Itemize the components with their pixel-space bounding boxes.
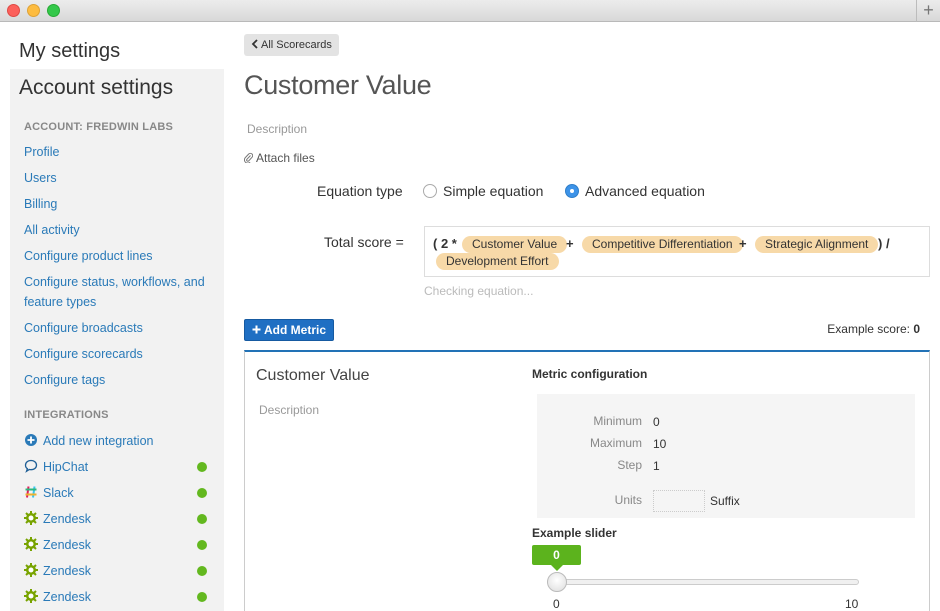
equation-open-token: ( 2 *	[433, 236, 457, 251]
attach-files-label: Attach files	[256, 151, 315, 165]
equation-editor[interactable]: ( 2 * Customer Value + Competitive Diffe…	[424, 226, 930, 277]
units-label: Units	[614, 493, 642, 507]
sidebar: Account settings ACCOUNT: FREDWIN LABS P…	[10, 69, 224, 611]
maximum-input[interactable]: 10	[653, 437, 666, 451]
back-button-label: All Scorecards	[261, 39, 332, 51]
integration-zendesk[interactable]: Zendesk	[24, 587, 210, 607]
advanced-equation-radio[interactable]: Advanced equation	[565, 183, 705, 199]
plus-icon	[252, 325, 261, 334]
equation-type-label: Equation type	[317, 183, 403, 199]
account-settings-heading[interactable]: Account settings	[19, 76, 173, 100]
equation-close-token: ) /	[878, 236, 890, 251]
minimize-window-button[interactable]	[27, 4, 40, 17]
minimum-label: Minimum	[593, 414, 642, 428]
step-input[interactable]: 1	[653, 459, 660, 473]
add-metric-button[interactable]: Add Metric	[244, 319, 335, 341]
minimum-input[interactable]: 0	[653, 415, 660, 429]
status-dot	[197, 488, 207, 498]
metric-configuration-panel: Minimum 0 Maximum 10 Step 1 Units Suffix	[537, 394, 915, 518]
add-integration-label: Add new integration	[43, 434, 154, 448]
slack-icon	[25, 486, 37, 498]
metric-pill[interactable]: Development Effort	[436, 253, 559, 270]
integration-label: Slack	[43, 486, 74, 500]
sidebar-item-status-workflows[interactable]: Configure status, workflows, and feature…	[24, 272, 214, 312]
example-score-value: 0	[913, 322, 920, 336]
checking-status: Checking equation...	[424, 284, 534, 298]
example-score: Example score: 0	[827, 322, 920, 336]
sidebar-item-scorecards[interactable]: Configure scorecards	[24, 344, 214, 364]
my-settings-heading[interactable]: My settings	[19, 40, 120, 63]
sidebar-item-all-activity[interactable]: All activity	[24, 220, 214, 240]
status-dot	[197, 514, 207, 524]
zendesk-icon	[24, 511, 38, 525]
metric-pill[interactable]: Customer Value	[462, 236, 568, 253]
maximum-label: Maximum	[589, 436, 642, 450]
integration-hipchat[interactable]: HipChat	[24, 457, 210, 477]
metric-description-field[interactable]: Description	[259, 403, 319, 417]
total-score-label: Total score =	[324, 234, 404, 250]
zendesk-icon	[24, 589, 38, 603]
advanced-equation-label: Advanced equation	[585, 183, 705, 199]
metric-pill[interactable]: Strategic Alignment	[755, 236, 879, 253]
integration-label: Zendesk	[43, 564, 91, 578]
radio-checked-icon	[565, 184, 579, 198]
close-window-button[interactable]	[7, 4, 20, 17]
plus-operator: +	[566, 236, 574, 251]
zoom-window-button[interactable]	[47, 4, 60, 17]
slider-track[interactable]	[547, 579, 859, 585]
metric-configuration-heading: Metric configuration	[532, 367, 648, 381]
integration-zendesk[interactable]: Zendesk	[24, 509, 210, 529]
slider-handle[interactable]	[547, 572, 567, 592]
add-metric-label: Add Metric	[264, 323, 327, 337]
units-input[interactable]	[653, 490, 705, 512]
step-label: Step	[617, 458, 642, 472]
chevron-left-icon	[251, 39, 258, 49]
slider-value-bubble: 0	[532, 545, 581, 571]
suffix-label: Suffix	[710, 494, 740, 508]
slider-min-label: 0	[553, 597, 560, 611]
simple-equation-label: Simple equation	[443, 183, 544, 199]
account-section-heading: ACCOUNT: FREDWIN LABS	[24, 121, 174, 133]
sidebar-item-users[interactable]: Users	[24, 168, 214, 188]
metric-title[interactable]: Customer Value	[256, 367, 370, 385]
plus-operator: +	[739, 236, 747, 251]
zendesk-icon	[24, 537, 38, 551]
hipchat-icon	[24, 459, 38, 473]
integration-slack[interactable]: Slack	[24, 483, 210, 503]
attach-files-link[interactable]: Attach files	[243, 151, 315, 165]
metric-card: Customer Value Description Metric config…	[244, 350, 930, 611]
integration-zendesk[interactable]: Zendesk	[24, 535, 210, 555]
sidebar-item-product-lines[interactable]: Configure product lines	[24, 246, 214, 266]
add-integration-link[interactable]: Add new integration	[24, 431, 210, 451]
sidebar-item-profile[interactable]: Profile	[24, 142, 214, 162]
example-slider-heading: Example slider	[532, 526, 617, 540]
metric-pill[interactable]: Competitive Differentiation	[582, 236, 743, 253]
sidebar-item-tags[interactable]: Configure tags	[24, 370, 214, 390]
all-scorecards-button[interactable]: All Scorecards	[244, 34, 339, 56]
example-score-label: Example score:	[827, 322, 910, 336]
integration-label: Zendesk	[43, 512, 91, 526]
status-dot	[197, 592, 207, 602]
page-title[interactable]: Customer Value	[244, 70, 432, 101]
slider-max-label: 10	[845, 597, 859, 611]
paperclip-icon	[243, 152, 254, 164]
zendesk-icon	[24, 563, 38, 577]
integrations-section-heading: INTEGRATIONS	[24, 409, 109, 421]
description-field[interactable]: Description	[247, 122, 307, 136]
integration-label: Zendesk	[43, 538, 91, 552]
window-titlebar: +	[0, 0, 940, 22]
integration-label: Zendesk	[43, 590, 91, 604]
integration-zendesk[interactable]: Zendesk	[24, 561, 210, 581]
status-dot	[197, 566, 207, 576]
plus-circle-icon	[25, 434, 37, 446]
sidebar-item-broadcasts[interactable]: Configure broadcasts	[24, 318, 214, 338]
status-dot	[197, 462, 207, 472]
integration-label: HipChat	[43, 460, 89, 474]
sidebar-item-billing[interactable]: Billing	[24, 194, 214, 214]
plus-icon[interactable]: +	[916, 0, 940, 22]
simple-equation-radio[interactable]: Simple equation	[423, 183, 543, 199]
radio-unchecked-icon	[423, 184, 437, 198]
status-dot	[197, 540, 207, 550]
